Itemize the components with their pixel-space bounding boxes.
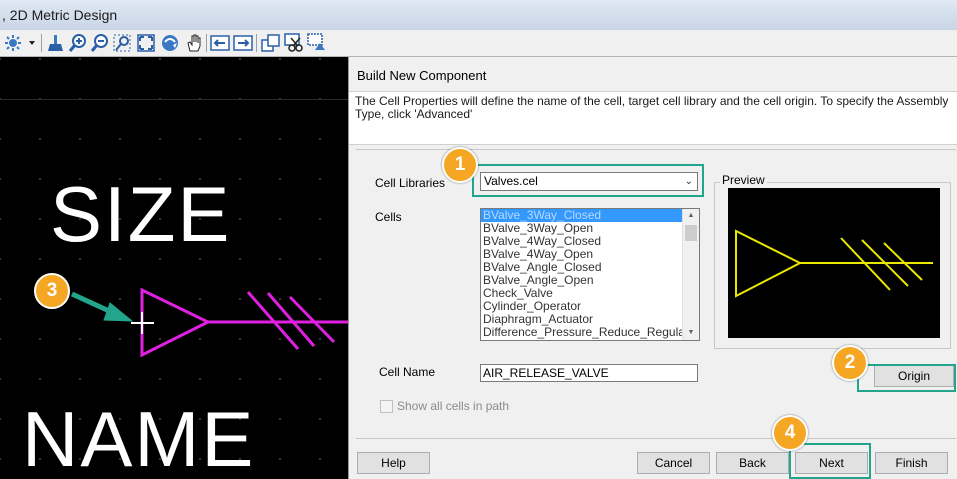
dialog-description: The Cell Properties will define the name…	[355, 94, 949, 121]
preview-canvas	[728, 188, 940, 338]
preview-valve-symbol	[735, 229, 933, 298]
preview-label: Preview	[720, 173, 767, 187]
cut-view-icon[interactable]	[284, 33, 304, 53]
scrollbar-thumb[interactable]	[685, 225, 697, 241]
cell-libraries-label: Cell Libraries	[375, 176, 446, 190]
cells-list: BValve_3Way_Closed BValve_3Way_Open BValve…	[481, 209, 699, 339]
build-new-component-dialog: Build New Component The Cell Properties …	[348, 57, 957, 479]
toolbar-separator	[256, 34, 257, 52]
pan-view-icon[interactable]	[184, 33, 204, 53]
dialog-description-panel: The Cell Properties will define the name…	[349, 91, 957, 145]
toolbar-separator	[206, 34, 207, 52]
show-all-cells-checkbox[interactable]	[380, 400, 393, 413]
cell-name-label: Cell Name	[379, 365, 436, 379]
dialog-title: Build New Component	[357, 68, 487, 83]
view-toolbar	[0, 30, 957, 57]
cells-label: Cells	[375, 210, 402, 224]
next-view-icon[interactable]	[233, 33, 253, 53]
rotate-view-icon[interactable]	[160, 33, 180, 53]
back-button[interactable]: Back	[716, 452, 789, 474]
scroll-up-icon[interactable]: ▲	[683, 209, 699, 223]
zoom-in-icon[interactable]	[68, 33, 88, 53]
cells-scrollbar[interactable]: ▲ ▼	[682, 209, 699, 340]
cells-list-item[interactable]: Difference_Pressure_Reduce_Regulator	[481, 326, 699, 339]
valve-symbol	[70, 287, 348, 358]
fit-brush-icon[interactable]	[46, 33, 66, 53]
cell-name-input[interactable]: AIR_RELEASE_VALVE	[480, 364, 698, 382]
window-title: , 2D Metric Design	[2, 7, 118, 23]
update-view-icon[interactable]	[307, 33, 327, 53]
fit-view-icon[interactable]	[136, 33, 156, 53]
scroll-down-icon[interactable]: ▼	[683, 326, 699, 340]
callout-4: 4	[772, 415, 808, 451]
copy-view-icon[interactable]	[261, 33, 281, 53]
callout-3: 3	[34, 273, 70, 309]
cell-libraries-highlight	[472, 164, 704, 197]
window-title-bar: , 2D Metric Design	[0, 0, 957, 30]
callout-1: 1	[442, 147, 478, 183]
zoom-out-icon[interactable]	[90, 33, 110, 53]
show-all-cells-label: Show all cells in path	[397, 399, 510, 413]
cells-listbox[interactable]: BValve_3Way_Closed BValve_3Way_Open BValve…	[480, 208, 700, 341]
previous-view-icon[interactable]	[210, 33, 230, 53]
toolbar-separator	[41, 34, 42, 52]
callout-2: 2	[832, 345, 868, 381]
drawing-canvas[interactable]: SIZE NAME 3	[0, 57, 348, 479]
finish-button[interactable]: Finish	[875, 452, 948, 474]
help-button[interactable]: Help	[357, 452, 430, 474]
origin-highlight	[857, 364, 956, 392]
next-highlight	[789, 443, 871, 479]
settings-dropdown-icon[interactable]	[2, 33, 38, 53]
cancel-button[interactable]: Cancel	[637, 452, 710, 474]
button-row-divider	[356, 438, 956, 439]
window-area-icon[interactable]	[112, 33, 132, 53]
